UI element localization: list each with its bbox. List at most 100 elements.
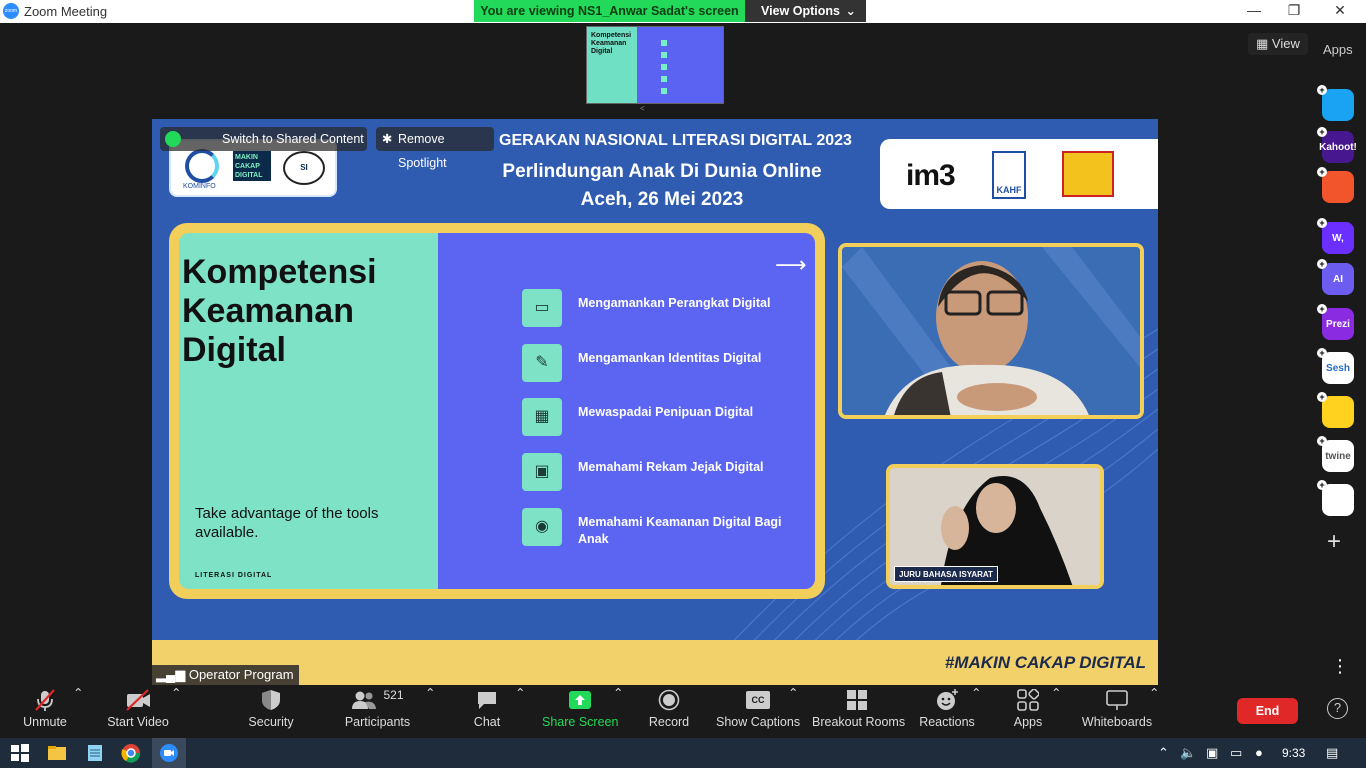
microphone-tray-icon[interactable]: ●	[1255, 745, 1263, 760]
pin-icon: ✱	[382, 132, 393, 146]
app-app-icon[interactable]	[1322, 171, 1354, 203]
add-app-plus-icon[interactable]: +	[1317, 218, 1327, 228]
notepad-icon[interactable]	[85, 743, 105, 763]
thumbnail-title: Kompetensi Keamanan Digital	[591, 32, 632, 55]
add-app-plus-icon[interactable]: +	[1317, 85, 1327, 95]
share-caret-icon[interactable]: ⌃	[613, 685, 623, 738]
start-video-label: Start Video	[107, 715, 169, 729]
unmute-caret-icon[interactable]: ⌃	[73, 685, 83, 738]
app-prezi-icon[interactable]: Prezi	[1322, 308, 1354, 340]
unmute-label: Unmute	[23, 715, 67, 729]
makin-cakap-logo: MAKIN CAKAP DIGITAL	[233, 151, 271, 181]
slide-subtitle: Take advantage of the tools available.	[195, 505, 379, 541]
speaker-video-tile	[838, 243, 1144, 419]
mic-muted-icon	[14, 685, 76, 715]
apps-icon	[1007, 685, 1049, 715]
file-explorer-icon[interactable]	[47, 743, 67, 763]
remove-spotlight-button[interactable]: ✱ Remove Spotlight	[376, 127, 494, 170]
windows-start-icon[interactable]	[10, 743, 30, 763]
end-meeting-button[interactable]: End	[1237, 698, 1298, 724]
video-caret-icon[interactable]: ⌃	[171, 685, 181, 738]
add-app-plus-icon[interactable]: +	[1317, 304, 1327, 314]
switch-to-shared-content-button[interactable]: Switch to Shared Content	[160, 127, 367, 151]
im3-logo: im3	[906, 159, 956, 192]
close-icon[interactable]: ✕	[1330, 2, 1350, 19]
reactions-label: Reactions	[919, 715, 975, 729]
captions-caret-icon[interactable]: ⌃	[788, 685, 798, 738]
whiteboards-label: Whiteboards	[1081, 715, 1153, 729]
thumbnail-nav[interactable]: <	[586, 104, 724, 116]
app-kahoot-icon[interactable]: Kahoot!	[1319, 131, 1357, 163]
battery-icon[interactable]: ▭	[1230, 745, 1242, 761]
meeting-toolbar: Unmute ⌃ Start Video ⌃ Security 521 Part…	[0, 685, 1366, 738]
kominfo-label: KOMINFO	[183, 183, 216, 190]
thumbnail-prev-icon[interactable]: <	[640, 104, 645, 113]
breakout-rooms-icon	[812, 685, 902, 715]
reactions-caret-icon[interactable]: ⌃	[971, 685, 981, 738]
cc-badge: CC	[746, 691, 770, 709]
chat-caret-icon[interactable]: ⌃	[515, 685, 525, 738]
minimize-icon[interactable]: —	[1244, 2, 1264, 18]
start-video-button[interactable]: Start Video	[102, 685, 174, 738]
app-twine-icon[interactable]: twine	[1322, 440, 1354, 472]
shared-screen-thumbnail[interactable]: Kompetensi Keamanan Digital	[586, 26, 724, 104]
hashtag-text: #MAKIN CAKAP DIGITAL	[944, 653, 1146, 672]
add-app-plus-icon[interactable]: +	[1317, 348, 1327, 358]
breakout-rooms-button[interactable]: Breakout Rooms	[812, 685, 905, 738]
slide-item-text: Memahami Keamanan Digital Bagi Anak	[578, 515, 782, 546]
thumbnail-bullet	[661, 40, 667, 46]
app-app-icon[interactable]	[1322, 484, 1354, 516]
add-app-plus-icon[interactable]: +	[1317, 392, 1327, 402]
slide-footer: LITERASI DIGITAL	[195, 572, 273, 579]
participants-caret-icon[interactable]: ⌃	[425, 685, 435, 738]
grid-icon: ▦	[1256, 36, 1269, 51]
add-app-plus-icon[interactable]: +	[1317, 167, 1327, 177]
notifications-icon[interactable]: ▤	[1326, 745, 1338, 761]
taskbar-clock[interactable]: 9:33	[1282, 746, 1305, 760]
record-button[interactable]: Record	[646, 685, 692, 738]
network-icon[interactable]: ▣	[1206, 745, 1218, 761]
signal-icon: ▂▄▆	[156, 667, 186, 682]
zoom-taskbar-icon	[160, 744, 178, 762]
app-app-icon[interactable]: AI	[1322, 263, 1354, 295]
add-app-plus-icon[interactable]: +	[1317, 127, 1327, 137]
view-options-button[interactable]: View Options ⌄	[745, 0, 866, 22]
whiteboards-caret-icon[interactable]: ⌃	[1149, 685, 1159, 738]
add-app-plus-icon[interactable]: +	[1317, 436, 1327, 446]
app-app-icon[interactable]	[1322, 396, 1354, 428]
slide-item-text: Mewaspadai Penipuan Digital	[578, 405, 754, 419]
restore-icon[interactable]: ❐	[1284, 2, 1304, 19]
thumbnail-bullet	[661, 64, 667, 70]
share-screen-icon	[542, 685, 618, 715]
app-app-icon[interactable]	[1322, 89, 1354, 121]
chrome-icon[interactable]	[121, 743, 141, 763]
viewing-text: You are viewing NS1_Anwar Sadat's screen	[474, 0, 745, 22]
slide-left-panel: Kompetensi Keamanan Digital Take advanta…	[179, 233, 438, 589]
shield-icon	[240, 685, 302, 715]
whiteboards-button[interactable]: Whiteboards	[1080, 685, 1154, 738]
add-app-icon[interactable]: +	[1327, 530, 1341, 554]
unmute-button[interactable]: Unmute	[14, 685, 76, 738]
share-screen-button[interactable]: Share Screen	[542, 685, 618, 738]
view-options-label: View Options	[761, 4, 840, 18]
add-app-plus-icon[interactable]: +	[1317, 480, 1327, 490]
app-sesh-icon[interactable]: Sesh	[1322, 352, 1354, 384]
window-title: Zoom Meeting	[24, 4, 108, 19]
add-app-plus-icon[interactable]: +	[1317, 259, 1327, 269]
volume-icon[interactable]: 🔈	[1180, 745, 1196, 761]
tray-chevron-icon[interactable]: ⌃	[1158, 745, 1169, 761]
chat-button[interactable]: Chat	[466, 685, 508, 738]
more-options-icon[interactable]: ⋮	[1331, 657, 1349, 675]
apps-toolbar-label: Apps	[1013, 715, 1043, 729]
participants-button[interactable]: 521 Participants	[340, 685, 415, 738]
whiteboard-icon	[1080, 685, 1154, 715]
apps-caret-icon[interactable]: ⌃	[1051, 685, 1061, 738]
chevron-down-icon: ⌄	[845, 4, 856, 18]
help-icon[interactable]: ?	[1327, 698, 1348, 719]
zoom-taskbar-button[interactable]	[152, 738, 186, 768]
view-button[interactable]: ▦ View	[1248, 33, 1308, 55]
apps-button[interactable]: Apps	[1007, 685, 1049, 738]
reactions-button[interactable]: Reactions	[918, 685, 976, 738]
security-button[interactable]: Security	[240, 685, 302, 738]
app-wooclap-icon[interactable]: W,	[1322, 222, 1354, 254]
